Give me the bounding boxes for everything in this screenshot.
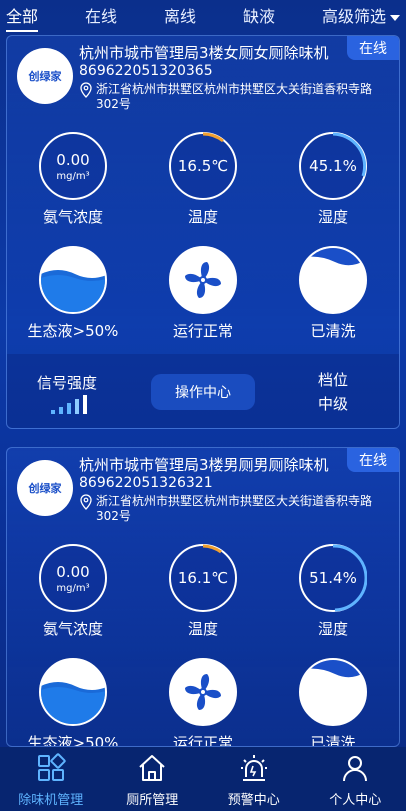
fan-gauge	[169, 658, 237, 726]
humidity-label: 湿度	[317, 620, 348, 638]
ammonia-gauge: 0.00 mg/m³	[39, 132, 107, 200]
ammonia-gauge: 0.00 mg/m³	[39, 544, 107, 612]
person-icon	[343, 756, 368, 782]
device-title: 杭州市城市管理局3楼男厕男厕除味机	[79, 456, 329, 474]
device-card[interactable]: 在线 创绿家 杭州市城市管理局3楼男厕男厕除味机 869622051326321…	[6, 447, 400, 747]
ammonia-metric: 0.00 mg/m³ 氨气浓度	[13, 132, 133, 227]
run-label: 运行正常	[172, 322, 233, 340]
tab-advanced-filter[interactable]: 高级筛选	[322, 3, 400, 27]
humidity-arc	[332, 132, 367, 177]
fan-icon	[185, 674, 221, 710]
ammonia-unit: mg/m³	[56, 170, 90, 182]
caret-down-icon	[389, 14, 400, 21]
ammonia-value: 0.00	[56, 562, 90, 581]
status-row: 生态液>50% 运行正常 已清洗	[7, 246, 399, 342]
tab-all[interactable]: 全部	[6, 3, 39, 32]
clean-label: 已清洗	[310, 322, 356, 340]
clean-status: 已清洗	[273, 658, 393, 747]
run-status: 运行正常	[143, 658, 263, 747]
clean-label: 已清洗	[310, 734, 356, 747]
clean-gauge	[299, 658, 367, 726]
advanced-filter-label: 高级筛选	[321, 7, 386, 26]
alarm-icon	[240, 755, 267, 781]
ammonia-label: 氨气浓度	[42, 208, 103, 226]
temperature-metric: 16.5℃ 温度	[143, 132, 263, 227]
tab-low-liquid[interactable]: 缺液	[243, 3, 275, 27]
device-card[interactable]: 在线 创绿家 杭州市城市管理局3楼女厕女厕除味机 869622051320365…	[6, 35, 400, 429]
signal-strength-icon	[51, 395, 87, 414]
tab-label: 厕所管理	[126, 793, 179, 808]
device-address: 浙江省杭州市拱墅区杭州市拱墅区大关街道香积寺路302号	[79, 82, 385, 112]
metrics-row: 0.00 mg/m³ 氨气浓度 16.5℃ 温度 45.1% 湿度	[7, 132, 399, 228]
tab-label: 个人中心	[329, 793, 382, 808]
ammonia-unit: mg/m³	[56, 582, 90, 594]
filter-tabs: 全部 在线 离线 缺液 高级筛选	[0, 0, 406, 32]
device-address: 浙江省杭州市拱墅区杭州市拱墅区大关街道香积寺路302号	[79, 494, 385, 524]
ammonia-metric: 0.00 mg/m³ 氨气浓度	[13, 544, 133, 639]
device-title: 杭州市城市管理局3楼女厕女厕除味机	[79, 44, 329, 62]
liquid-wave-icon	[41, 270, 105, 312]
clean-wave-icon	[301, 660, 365, 678]
bottom-tab-bar: 除味机管理 厕所管理 预警中心 个人中心	[0, 747, 406, 811]
tab-personal-center[interactable]: 个人中心	[305, 747, 406, 811]
temperature-label: 温度	[187, 620, 218, 638]
humidity-gauge: 45.1%	[299, 132, 367, 200]
humidity-arc	[332, 544, 367, 612]
location-pin-icon	[80, 82, 92, 98]
humidity-label: 湿度	[317, 208, 348, 226]
home-icon	[139, 755, 165, 781]
gear-level: 档位 中级	[313, 368, 353, 416]
tab-online[interactable]: 在线	[85, 3, 117, 27]
tab-toilet-management[interactable]: 厕所管理	[102, 747, 204, 811]
liquid-label: 生态液>50%	[27, 734, 119, 747]
device-imei: 869622051320365	[79, 63, 213, 79]
address-text: 浙江省杭州市拱墅区杭州市拱墅区大关街道香积寺路302号	[96, 82, 373, 111]
liquid-wave-icon	[41, 682, 105, 724]
card-action-bar: 信号强度 操作中心 档位 中级	[7, 354, 399, 428]
run-status: 运行正常	[143, 246, 263, 341]
temperature-gauge: 16.5℃	[169, 132, 237, 200]
gear-value: 中级	[317, 395, 348, 413]
liquid-level-gauge	[39, 246, 107, 314]
tab-deodorizer-management[interactable]: 除味机管理	[0, 747, 102, 811]
clean-gauge	[299, 246, 367, 314]
clean-status: 已清洗	[273, 246, 393, 341]
run-label: 运行正常	[172, 734, 233, 747]
location-pin-icon	[80, 494, 92, 510]
operation-center-button[interactable]: 操作中心	[151, 374, 255, 410]
temperature-arc	[202, 544, 222, 554]
liquid-level-gauge	[39, 658, 107, 726]
temperature-arc	[202, 132, 224, 143]
tab-label: 除味机管理	[18, 793, 84, 808]
metrics-row: 0.00 mg/m³ 氨气浓度 16.1℃ 温度 51.4% 湿度	[7, 544, 399, 640]
fan-icon	[185, 262, 221, 298]
status-row: 生态液>50% 运行正常 已清洗	[7, 658, 399, 747]
ammonia-label: 氨气浓度	[42, 620, 103, 638]
tab-alert-center[interactable]: 预警中心	[203, 747, 305, 811]
humidity-gauge: 51.4%	[299, 544, 367, 612]
humidity-metric: 51.4% 湿度	[273, 544, 393, 639]
liquid-status: 生态液>50%	[13, 658, 133, 747]
ammonia-value: 0.00	[56, 150, 90, 169]
liquid-status: 生态液>50%	[13, 246, 133, 341]
status-badge: 在线	[347, 448, 399, 472]
liquid-label: 生态液>50%	[27, 322, 119, 340]
tab-offline[interactable]: 离线	[164, 3, 196, 27]
temperature-label: 温度	[187, 208, 218, 226]
clean-wave-icon	[301, 248, 365, 266]
tab-label: 预警中心	[227, 793, 280, 808]
humidity-metric: 45.1% 湿度	[273, 132, 393, 227]
device-imei: 869622051326321	[79, 475, 213, 491]
signal-label: 信号强度	[37, 374, 98, 392]
fan-gauge	[169, 246, 237, 314]
brand-logo: 创绿家	[17, 48, 73, 104]
address-text: 浙江省杭州市拱墅区杭州市拱墅区大关街道香积寺路302号	[96, 494, 373, 523]
gear-label: 档位	[317, 371, 348, 389]
status-badge: 在线	[347, 36, 399, 60]
brand-logo: 创绿家	[17, 460, 73, 516]
grid-icon	[37, 753, 66, 781]
temperature-metric: 16.1℃ 温度	[143, 544, 263, 639]
temperature-gauge: 16.1℃	[169, 544, 237, 612]
